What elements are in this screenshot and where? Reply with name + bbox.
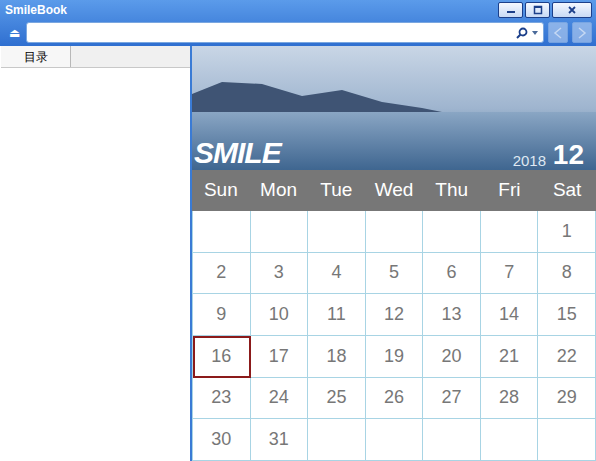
day-cell[interactable]: 21	[481, 336, 539, 378]
back-button[interactable]	[548, 22, 568, 43]
weekday-label: Tue	[307, 170, 365, 211]
day-cell[interactable]: 13	[423, 294, 481, 336]
weekday-header: SunMonTueWedThuFriSat	[192, 170, 596, 211]
day-cell[interactable]	[251, 211, 309, 253]
maximize-icon	[533, 5, 543, 15]
close-icon	[567, 5, 577, 15]
day-cell[interactable]: 10	[251, 294, 309, 336]
day-cell[interactable]: 4	[308, 253, 366, 295]
forward-arrow-icon	[577, 27, 587, 39]
magnifier-icon	[516, 27, 528, 39]
day-cell[interactable]: 22	[538, 336, 596, 378]
day-cell[interactable]	[193, 211, 251, 253]
day-cell[interactable]: 6	[423, 253, 481, 295]
day-grid: 1234567891011121314151617181920212223242…	[192, 211, 596, 461]
day-cell[interactable]: 1	[538, 211, 596, 253]
day-cell[interactable]	[423, 419, 481, 461]
weekday-label: Sat	[538, 170, 596, 211]
day-cell[interactable]: 29	[538, 378, 596, 420]
day-cell[interactable]: 12	[366, 294, 424, 336]
calendar: SMILE201812SunMonTueWedThuFriSat12345678…	[192, 46, 596, 461]
window-title: SmileBook	[5, 4, 498, 16]
day-cell[interactable]: 28	[481, 378, 539, 420]
day-cell[interactable]: 26	[366, 378, 424, 420]
back-arrow-icon	[553, 27, 563, 39]
day-cell[interactable]: 7	[481, 253, 539, 295]
day-cell[interactable]	[481, 211, 539, 253]
day-cell[interactable]: 31	[251, 419, 309, 461]
day-cell[interactable]: 2	[193, 253, 251, 295]
day-cell[interactable]: 11	[308, 294, 366, 336]
forward-button[interactable]	[572, 22, 592, 43]
day-cell[interactable]: 8	[538, 253, 596, 295]
day-cell[interactable]	[308, 419, 366, 461]
close-button[interactable]	[552, 2, 592, 18]
title-bar: SmileBook	[0, 0, 596, 19]
sidebar-list	[1, 68, 190, 461]
day-cell[interactable]	[538, 419, 596, 461]
sidebar-tab[interactable]: 目录	[1, 46, 71, 67]
day-cell[interactable]: 16	[193, 336, 251, 378]
day-cell[interactable]	[481, 419, 539, 461]
day-cell[interactable]: 14	[481, 294, 539, 336]
day-cell[interactable]: 24	[251, 378, 309, 420]
day-cell[interactable]: 15	[538, 294, 596, 336]
day-cell[interactable]	[308, 211, 366, 253]
day-cell[interactable]: 23	[193, 378, 251, 420]
search-field[interactable]	[26, 22, 544, 43]
app-window: SmileBook⏏目录SMILE201812SunMonTueWedThuFr…	[0, 0, 596, 461]
minimize-button[interactable]	[498, 2, 523, 18]
day-cell[interactable]: 25	[308, 378, 366, 420]
year-label: 2018	[513, 153, 546, 168]
sidebar-tabs: 目录	[1, 46, 190, 68]
sidebar: 目录	[1, 46, 192, 461]
day-cell[interactable]: 5	[366, 253, 424, 295]
title-area: SmileBook ⏏	[0, 0, 596, 46]
day-cell[interactable]: 20	[423, 336, 481, 378]
day-cell[interactable]: 30	[193, 419, 251, 461]
day-cell[interactable]: 19	[366, 336, 424, 378]
weekday-label: Fri	[481, 170, 539, 211]
weekday-label: Mon	[250, 170, 308, 211]
weekday-label: Wed	[365, 170, 423, 211]
window-controls	[498, 2, 592, 18]
day-cell[interactable]: 9	[193, 294, 251, 336]
day-cell[interactable]: 17	[251, 336, 309, 378]
weekday-label: Thu	[423, 170, 481, 211]
weekday-label: Sun	[192, 170, 250, 211]
day-cell[interactable]: 27	[423, 378, 481, 420]
day-cell[interactable]	[366, 419, 424, 461]
day-cell[interactable]	[366, 211, 424, 253]
maximize-button[interactable]	[525, 2, 550, 18]
day-cell[interactable]: 3	[251, 253, 309, 295]
content: 目录SMILE201812SunMonTueWedThuFriSat123456…	[0, 46, 596, 461]
minimize-icon	[506, 5, 516, 15]
eject-button[interactable]: ⏏	[6, 27, 22, 39]
day-cell[interactable]	[423, 211, 481, 253]
month-label: 12	[553, 141, 584, 169]
banner-logo: SMILE	[194, 138, 281, 168]
day-cell[interactable]: 18	[308, 336, 366, 378]
banner-photo: SMILE 2018 12	[192, 46, 596, 170]
dropdown-arrow-icon[interactable]	[531, 29, 539, 37]
toolbar: ⏏	[0, 19, 596, 46]
